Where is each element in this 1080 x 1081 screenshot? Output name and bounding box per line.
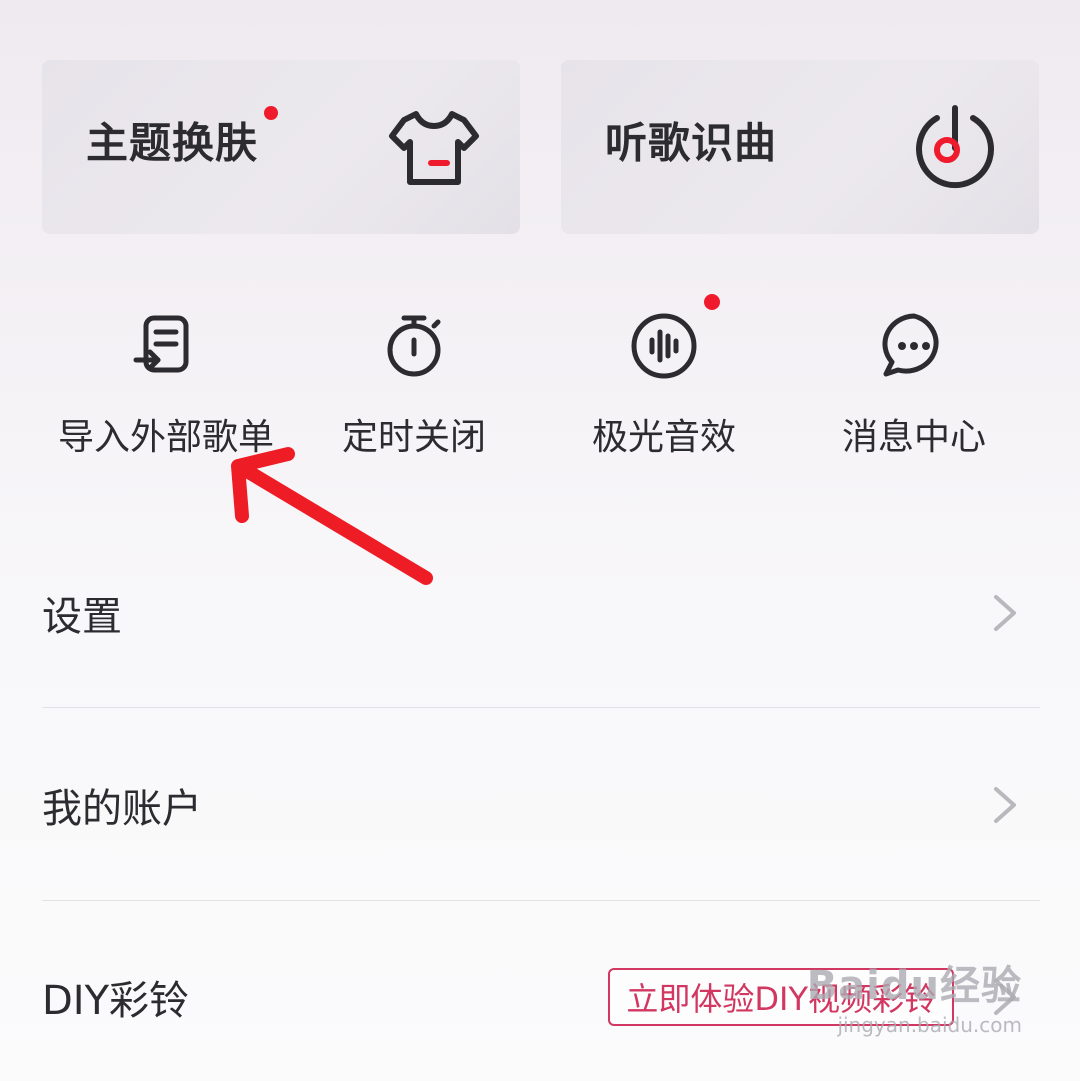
notification-dot bbox=[704, 294, 720, 310]
my-account-row[interactable]: 我的账户 bbox=[42, 740, 1040, 870]
theme-skin-title: 主题换肤 bbox=[86, 118, 259, 168]
message-center-button[interactable]: 消息中心 bbox=[790, 298, 1038, 458]
settings-row[interactable]: 设置 bbox=[42, 548, 1040, 678]
tshirt-icon bbox=[389, 111, 479, 185]
import-playlist-button[interactable]: 导入外部歌单 bbox=[42, 298, 290, 458]
sleep-timer-button[interactable]: 定时关闭 bbox=[290, 298, 538, 458]
music-recognition-title: 听歌识曲 bbox=[605, 118, 778, 168]
music-recognition-card[interactable]: 听歌识曲 bbox=[561, 60, 1039, 234]
sound-wave-icon bbox=[631, 313, 697, 379]
chat-bubble-icon bbox=[882, 313, 939, 377]
message-center-label: 消息中心 bbox=[841, 417, 986, 458]
music-recognize-icon bbox=[916, 105, 994, 189]
divider bbox=[42, 900, 1040, 901]
settings-label: 设置 bbox=[42, 594, 122, 640]
watermark-logo: Baidu经验 bbox=[806, 963, 1022, 1009]
theme-skin-card[interactable]: 主题换肤 bbox=[42, 60, 520, 234]
notification-dot bbox=[264, 106, 278, 120]
chevron-right-icon bbox=[994, 787, 1016, 823]
import-playlist-icon bbox=[133, 315, 189, 373]
timer-icon bbox=[387, 315, 441, 377]
diy-ringtone-label: DIY彩铃 bbox=[42, 978, 190, 1024]
aurora-sound-label: 极光音效 bbox=[591, 417, 736, 458]
chevron-right-icon bbox=[994, 595, 1016, 631]
my-account-label: 我的账户 bbox=[42, 786, 202, 832]
watermark-url: jingyan.baidu.com bbox=[837, 1013, 1022, 1037]
divider bbox=[42, 707, 1040, 708]
aurora-sound-button[interactable]: 极光音效 bbox=[540, 294, 788, 458]
baidu-jingyan-watermark: Baidu经验 jingyan.baidu.com bbox=[807, 953, 1022, 1037]
